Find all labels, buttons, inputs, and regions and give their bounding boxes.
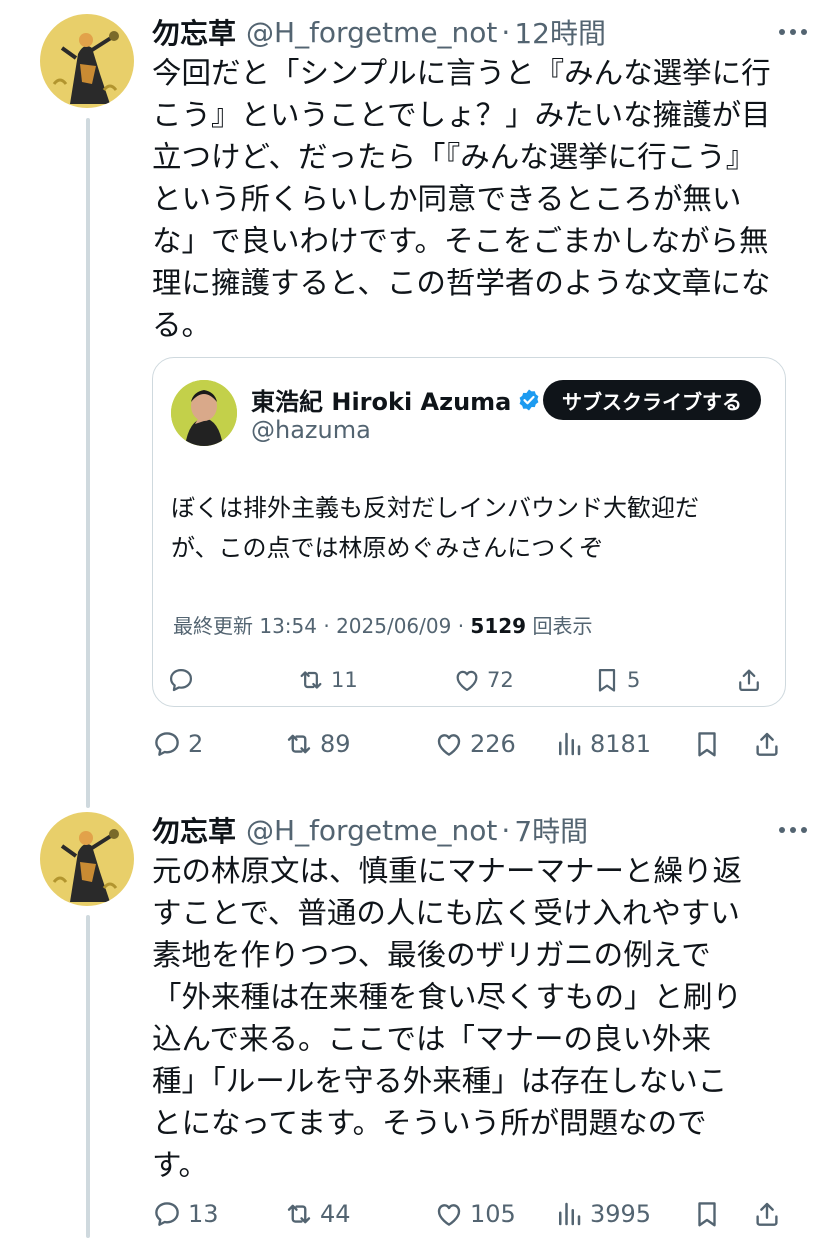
like-button[interactable]: 105 <box>434 1199 554 1229</box>
tweet[interactable]: 勿忘草 @H_forgetme_not · 12時間 今回だと「シンプルに言うと… <box>0 0 828 790</box>
like-count: 105 <box>470 1200 516 1228</box>
quoted-display-name[interactable]: 東浩紀 Hiroki Azuma <box>251 382 541 417</box>
retweet-count: 11 <box>331 668 358 692</box>
quoted-username[interactable]: @hazuma <box>251 416 371 444</box>
retweet-count: 44 <box>320 1200 351 1228</box>
username[interactable]: @H_forgetme_not <box>246 814 497 847</box>
tweet[interactable]: 勿忘草 @H_forgetme_not · 7時間 元の林原文は、慎重にマナーマ… <box>0 790 828 1238</box>
view-count: 8181 <box>590 730 652 758</box>
separator-dot: · <box>501 15 511 49</box>
tweet-text: 元の林原文は、慎重にマナーマナーと繰り返 すことで、普通の人にも広く受け入れやす… <box>152 854 743 1182</box>
tweet-header: 勿忘草 @H_forgetme_not · 7時間 <box>152 810 808 850</box>
avatar-image-icon <box>171 380 237 446</box>
like-count: 226 <box>470 730 516 758</box>
tweet-action-bar: 2 89 226 8181 <box>152 722 792 766</box>
quoted-tweet-meta: 最終更新 13:54 · 2025/06/09 · 5129 回表示 <box>173 610 592 639</box>
display-name[interactable]: 勿忘草 <box>152 12 236 52</box>
bookmark-icon <box>593 666 621 694</box>
quoted-view-count: 5129 <box>470 614 527 638</box>
bookmark-count: 5 <box>627 668 641 692</box>
verified-badge-icon <box>519 389 539 410</box>
reply-button[interactable] <box>167 666 297 694</box>
subscribe-button[interactable]: サブスクライブする <box>543 380 761 420</box>
like-icon <box>434 1199 464 1229</box>
avatar[interactable] <box>40 812 134 906</box>
like-count: 72 <box>487 668 514 692</box>
retweet-button[interactable]: 11 <box>297 666 453 694</box>
reply-count: 2 <box>188 730 204 758</box>
retweet-button[interactable]: 89 <box>284 729 434 759</box>
views-button[interactable]: 8181 <box>554 729 692 759</box>
bookmark-icon <box>692 729 722 759</box>
reply-icon <box>152 1199 182 1229</box>
view-count: 3995 <box>590 1200 652 1228</box>
reply-icon <box>167 666 195 694</box>
share-button[interactable] <box>752 1199 782 1229</box>
bookmark-button[interactable]: 5 <box>593 666 735 694</box>
retweet-button[interactable]: 44 <box>284 1199 434 1229</box>
share-icon <box>752 1199 782 1229</box>
reply-button[interactable]: 13 <box>152 1199 284 1229</box>
views-icon <box>554 1199 584 1229</box>
tweet-text: 今回だと「シンプルに言うと『みんな選挙に行 こう』ということでしょ？」みたいな擁… <box>152 56 771 342</box>
display-name[interactable]: 勿忘草 <box>152 810 236 850</box>
avatar-image-icon <box>40 14 134 108</box>
reply-count: 13 <box>188 1200 219 1228</box>
quoted-tweet[interactable]: 東浩紀 Hiroki Azuma @hazuma サブスクライブする ぼくは排外… <box>152 357 786 707</box>
views-icon <box>554 729 584 759</box>
retweet-icon <box>284 729 314 759</box>
tweet-header: 勿忘草 @H_forgetme_not · 12時間 <box>152 12 808 52</box>
quoted-views-label: 回表示 <box>526 614 593 638</box>
avatar[interactable] <box>40 14 134 108</box>
timestamp[interactable]: 12時間 <box>514 12 606 52</box>
share-icon <box>752 729 782 759</box>
retweet-icon <box>297 666 325 694</box>
like-icon <box>434 729 464 759</box>
quoted-avatar[interactable] <box>171 380 237 446</box>
more-icon[interactable] <box>778 17 808 47</box>
share-button[interactable] <box>752 729 782 759</box>
retweet-icon <box>284 1199 314 1229</box>
username[interactable]: @H_forgetme_not <box>246 16 497 49</box>
like-icon <box>453 666 481 694</box>
reply-icon <box>152 729 182 759</box>
more-icon[interactable] <box>778 815 808 845</box>
quoted-timestamp: 最終更新 13:54 · 2025/06/09 · <box>173 614 471 638</box>
bookmark-button[interactable] <box>692 729 752 759</box>
quoted-tweet-text: ぼくは排外主義も反対だしインバウンド大歓迎だ が、この点では林原めぐみさんにつく… <box>171 494 699 562</box>
retweet-count: 89 <box>320 730 351 758</box>
views-button[interactable]: 3995 <box>554 1199 692 1229</box>
avatar-image-icon <box>40 812 134 906</box>
like-button[interactable]: 72 <box>453 666 593 694</box>
reply-button[interactable]: 2 <box>152 729 284 759</box>
bookmark-icon <box>692 1199 722 1229</box>
share-button[interactable] <box>735 666 763 694</box>
like-button[interactable]: 226 <box>434 729 554 759</box>
separator-dot: · <box>501 813 511 847</box>
tweet-action-bar: 13 44 105 3995 <box>152 1192 792 1236</box>
share-icon <box>735 666 763 694</box>
quoted-name-label[interactable]: 東浩紀 Hiroki Azuma <box>251 382 511 417</box>
timestamp[interactable]: 7時間 <box>514 810 588 850</box>
bookmark-button[interactable] <box>692 1199 752 1229</box>
quoted-action-bar: 11 72 5 <box>167 660 777 700</box>
